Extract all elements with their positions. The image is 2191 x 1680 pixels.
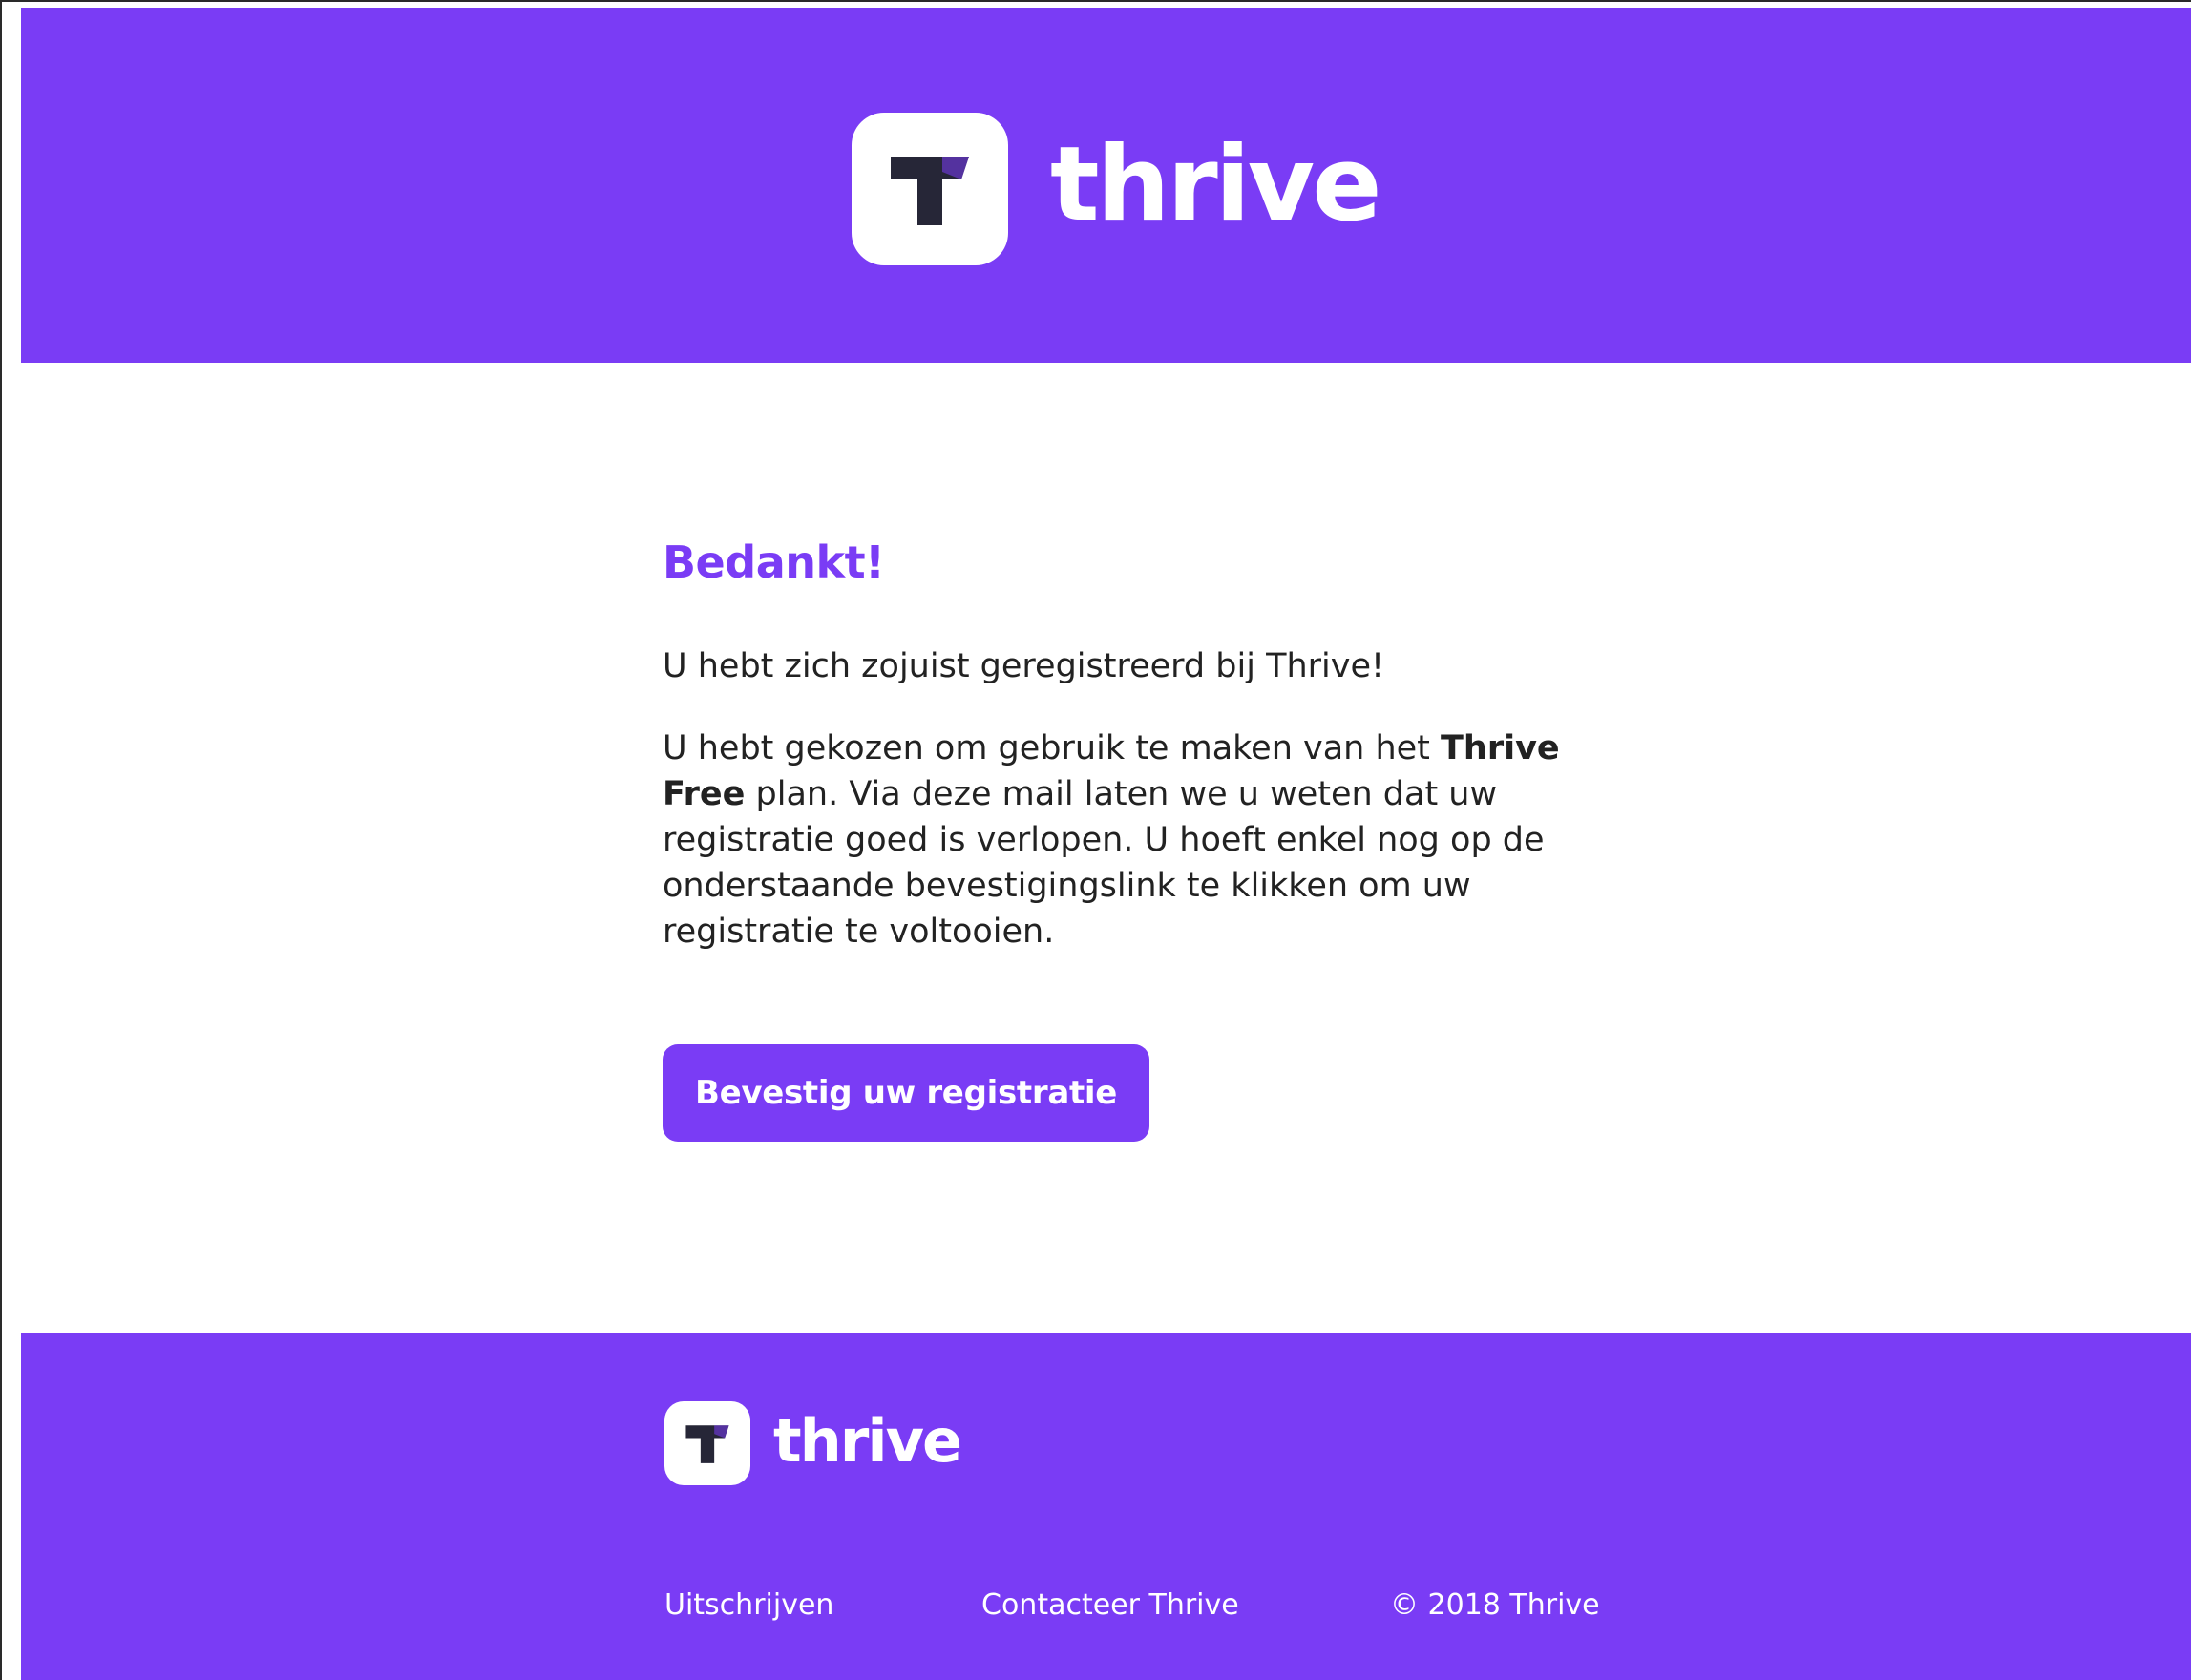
copyright-text: © 2018 Thrive [1390, 1588, 1600, 1622]
page-title: Bedankt! [663, 536, 885, 588]
thrive-logo-icon [852, 113, 1008, 265]
confirm-registration-button[interactable]: Bevestig uw registratie [663, 1044, 1149, 1142]
email-footer: thrive Uitschrijven Contacteer Thrive © … [21, 1333, 2191, 1680]
email-header: thrive [21, 8, 2191, 363]
footer-logo-wordmark: thrive [773, 1406, 962, 1476]
intro-text: U hebt zich zojuist geregistreerd bij Th… [663, 647, 1385, 685]
footer-links: Uitschrijven Contacteer Thrive © 2018 Th… [664, 1588, 1619, 1627]
footer-logo: thrive [664, 1399, 962, 1487]
body-text: U hebt gekozen om gebruik te maken van h… [663, 725, 1560, 955]
email-body: Bedankt! U hebt zich zojuist geregistree… [663, 496, 1579, 1142]
contact-link[interactable]: Contacteer Thrive [981, 1588, 1239, 1622]
body-prefix: U hebt gekozen om gebruik te maken van h… [663, 729, 1430, 767]
logo-wordmark: thrive [1050, 125, 1381, 244]
unsubscribe-link[interactable]: Uitschrijven [664, 1588, 833, 1622]
header-logo: thrive [852, 109, 1381, 269]
body-suffix: plan. Via deze mail laten we u weten dat… [663, 775, 1545, 951]
thrive-logo-small-icon [664, 1401, 750, 1485]
